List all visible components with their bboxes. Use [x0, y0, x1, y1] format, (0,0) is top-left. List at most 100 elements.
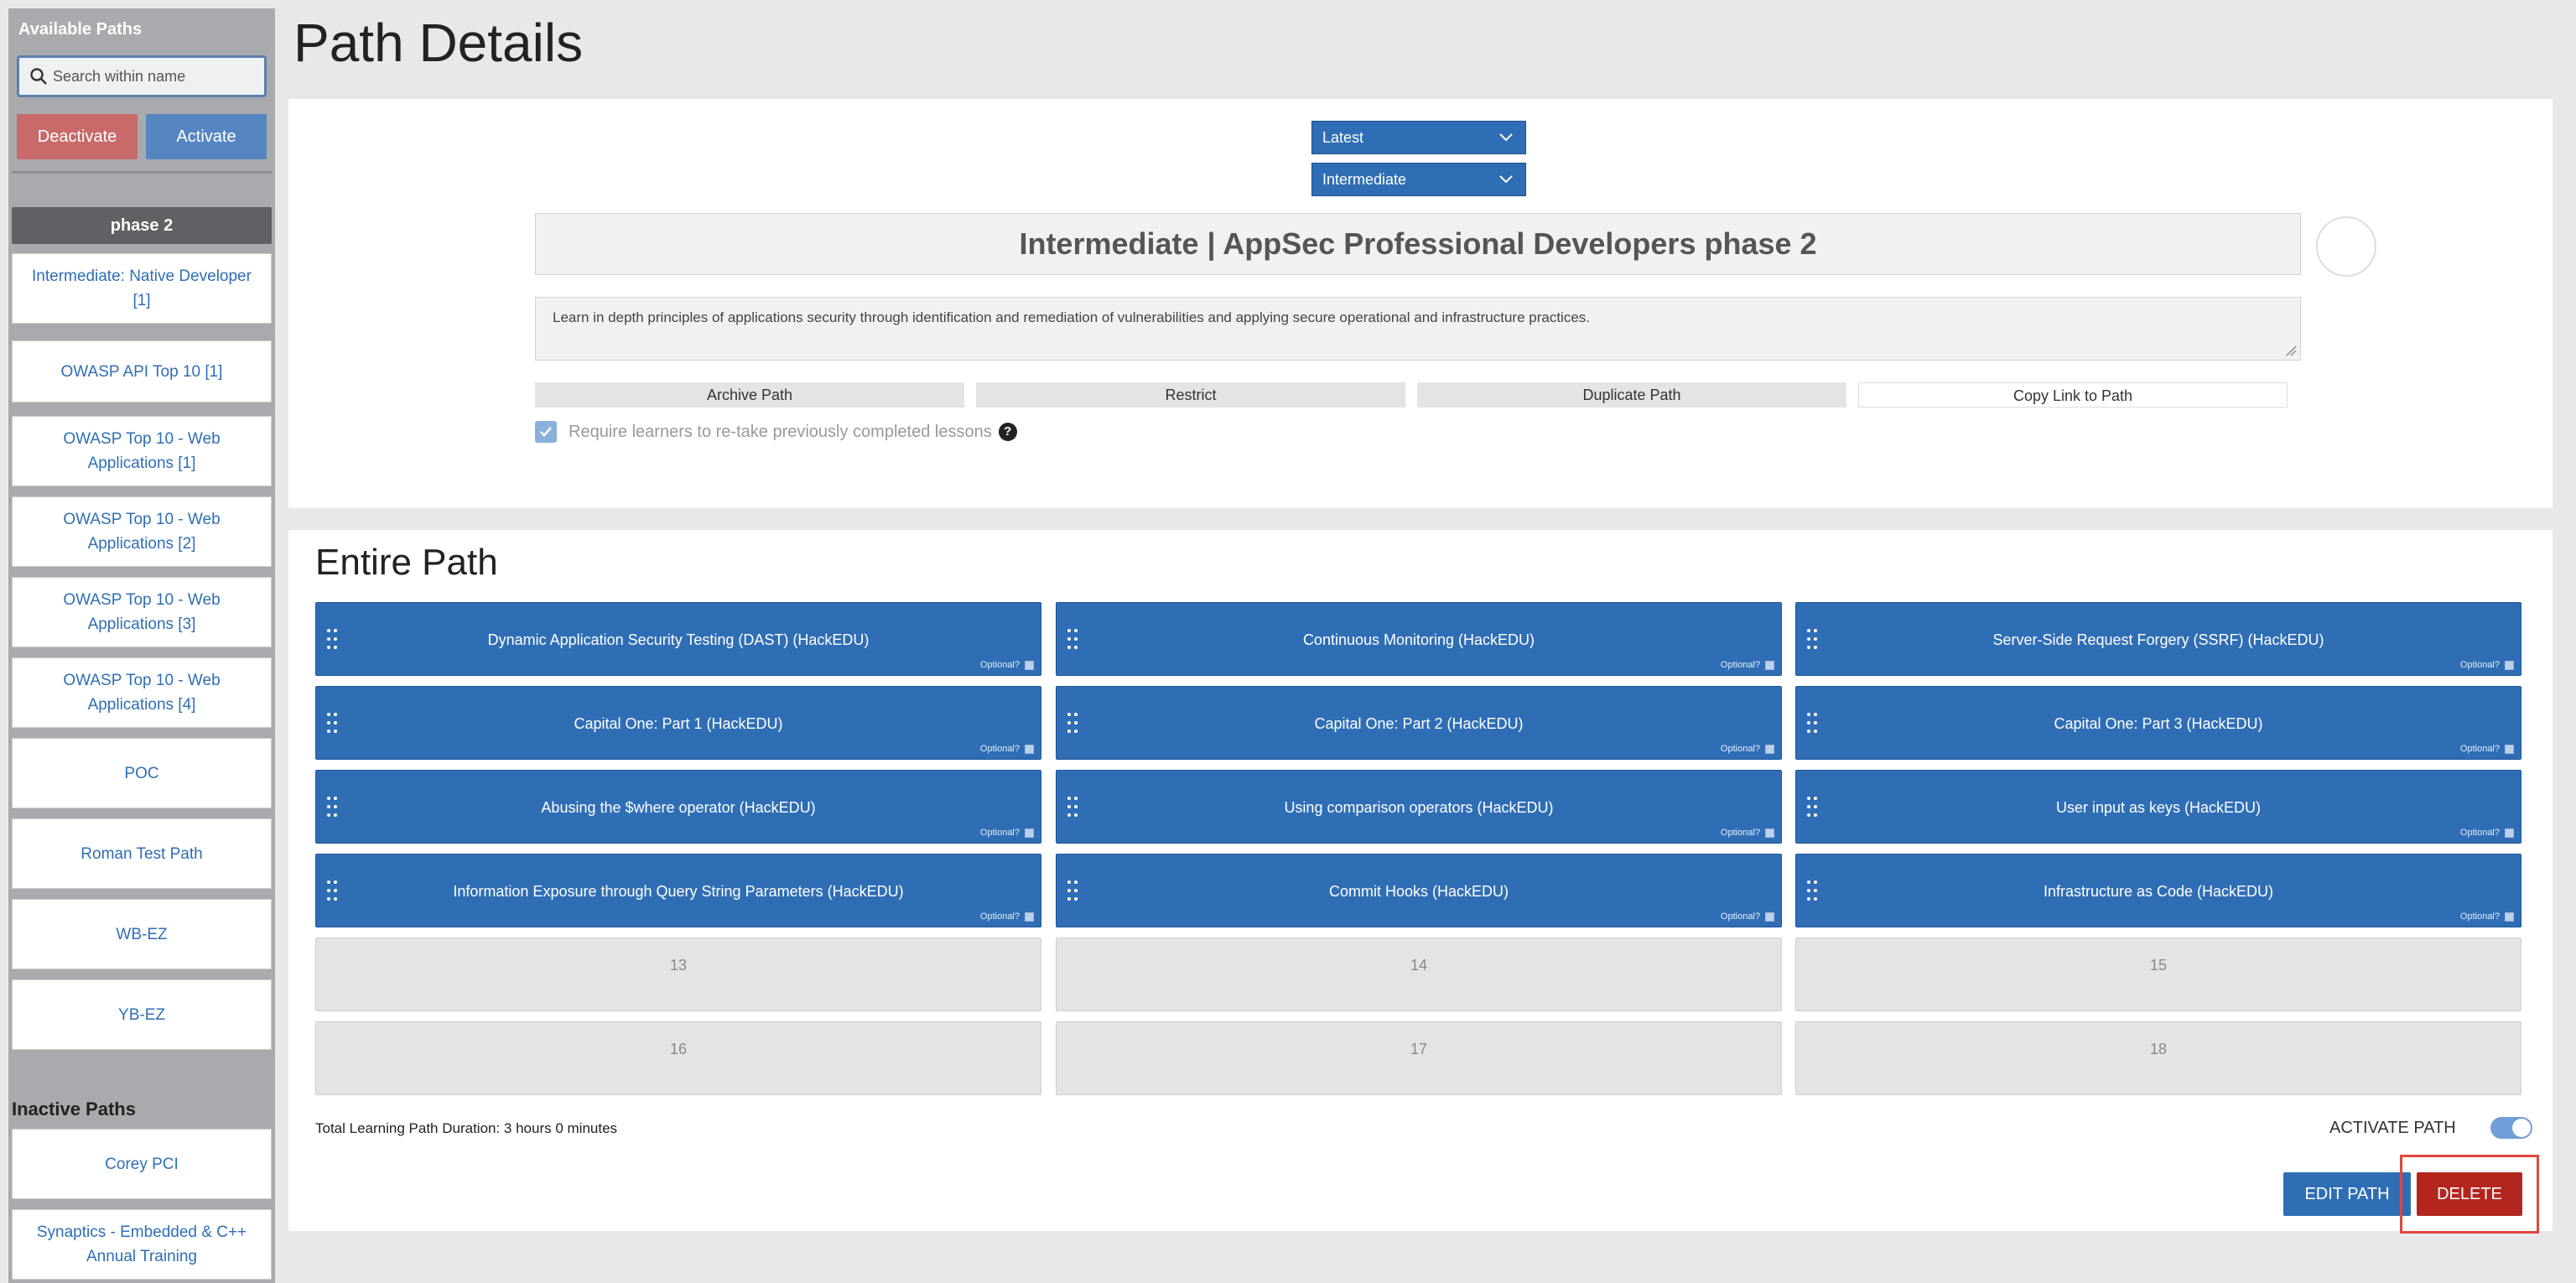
- lesson-tile[interactable]: Continuous Monitoring (HackEDU) Optional?: [1056, 602, 1782, 676]
- sidebar-title: Available Paths: [18, 20, 143, 39]
- optional-label: Optional?: [979, 828, 1020, 838]
- check-icon: [540, 427, 552, 437]
- sidebar-item-owasp-web-2[interactable]: OWASP Top 10 - Web Applications [2]: [12, 496, 272, 567]
- empty-slot[interactable]: 18: [1795, 1021, 2521, 1095]
- sidebar-item-wb-ez[interactable]: WB-EZ: [12, 899, 272, 969]
- drag-handle-icon[interactable]: [1067, 880, 1078, 901]
- sidebar-item-owasp-web-1[interactable]: OWASP Top 10 - Web Applications [1]: [12, 416, 272, 486]
- lesson-name: User input as keys (HackEDU): [2055, 798, 2262, 816]
- optional-control[interactable]: Optional?: [1721, 828, 1774, 838]
- lesson-tile[interactable]: Capital One: Part 2 (HackEDU) Optional?: [1056, 686, 1782, 760]
- optional-label: Optional?: [2459, 912, 2500, 922]
- sidebar-item-synaptics[interactable]: Synaptics - Embedded & C++ Annual Traini…: [12, 1209, 272, 1280]
- optional-checkbox[interactable]: [1765, 744, 1774, 754]
- slot-number: 18: [2149, 1041, 2168, 1057]
- drag-handle-icon[interactable]: [326, 712, 338, 734]
- require-retake-checkbox[interactable]: [535, 421, 557, 443]
- optional-checkbox[interactable]: [2505, 828, 2514, 838]
- optional-control[interactable]: Optional?: [1721, 744, 1774, 754]
- optional-checkbox[interactable]: [2505, 912, 2514, 922]
- lesson-tile[interactable]: Capital One: Part 1 (HackEDU) Optional?: [315, 686, 1041, 760]
- entire-path-title: Entire Path: [315, 542, 498, 583]
- lesson-tile[interactable]: Information Exposure through Query Strin…: [315, 854, 1041, 927]
- optional-control[interactable]: Optional?: [980, 744, 1034, 754]
- optional-checkbox[interactable]: [1765, 660, 1774, 670]
- level-select[interactable]: Intermediate: [1311, 163, 1526, 196]
- empty-slot[interactable]: 17: [1056, 1021, 1782, 1095]
- lesson-tile[interactable]: Infrastructure as Code (HackEDU) Optional…: [1795, 854, 2521, 927]
- optional-control[interactable]: Optional?: [980, 912, 1034, 922]
- version-select[interactable]: Latest: [1311, 121, 1526, 154]
- sidebar-item-owasp-web-3[interactable]: OWASP Top 10 - Web Applications [3]: [12, 577, 272, 647]
- drag-handle-icon[interactable]: [326, 796, 338, 818]
- optional-control[interactable]: Optional?: [2460, 660, 2514, 670]
- drag-handle-icon[interactable]: [1806, 880, 1818, 901]
- lesson-tile[interactable]: Server-Side Request Forgery (SSRF) (Hack…: [1795, 602, 2521, 676]
- optional-control[interactable]: Optional?: [2460, 912, 2514, 922]
- path-title-field[interactable]: Intermediate | AppSec Professional Devel…: [535, 213, 2301, 275]
- restrict-button[interactable]: Restrict: [976, 382, 1405, 408]
- optional-checkbox[interactable]: [1765, 828, 1774, 838]
- optional-checkbox[interactable]: [1025, 828, 1034, 838]
- optional-control[interactable]: Optional?: [980, 660, 1034, 670]
- copy-link-button[interactable]: Copy Link to Path: [1858, 382, 2288, 408]
- optional-checkbox[interactable]: [1025, 744, 1034, 754]
- lesson-name: Information Exposure through Query Strin…: [453, 882, 904, 900]
- optional-control[interactable]: Optional?: [980, 828, 1034, 838]
- lesson-tile[interactable]: User input as keys (HackEDU) Optional?: [1795, 770, 2521, 844]
- empty-slot[interactable]: 14: [1056, 938, 1782, 1011]
- optional-control[interactable]: Optional?: [1721, 660, 1774, 670]
- sidebar-item-poc[interactable]: POC: [12, 738, 272, 808]
- empty-slot[interactable]: 16: [315, 1021, 1041, 1095]
- activate-path-toggle[interactable]: [2490, 1117, 2532, 1139]
- path-image[interactable]: [2316, 216, 2376, 277]
- optional-checkbox[interactable]: [1765, 912, 1774, 922]
- lesson-name: Abusing the $where operator (HackEDU): [541, 798, 816, 816]
- empty-slot[interactable]: 13: [315, 938, 1041, 1011]
- drag-handle-icon[interactable]: [326, 628, 338, 650]
- sidebar-item-intermediate-native[interactable]: Intermediate: Native Developer [1]: [12, 253, 272, 324]
- optional-checkbox[interactable]: [2505, 660, 2514, 670]
- lesson-tile[interactable]: Using comparison operators (HackEDU) Opti…: [1056, 770, 1782, 844]
- sidebar-item-yb-ez[interactable]: YB-EZ: [12, 979, 272, 1050]
- resize-grip-icon[interactable]: [2285, 345, 2297, 356]
- path-description-text: Learn in depth principles of application…: [553, 309, 1591, 325]
- drag-handle-icon[interactable]: [1067, 712, 1078, 734]
- lesson-name: Capital One: Part 3 (HackEDU): [2054, 714, 2263, 732]
- lesson-tile[interactable]: Commit Hooks (HackEDU) Optional?: [1056, 854, 1782, 927]
- slot-number: 14: [1410, 957, 1428, 974]
- lesson-name: Continuous Monitoring (HackEDU): [1302, 631, 1535, 648]
- path-description-field[interactable]: Learn in depth principles of application…: [535, 297, 2301, 361]
- duplicate-path-button[interactable]: Duplicate Path: [1417, 382, 1846, 408]
- drag-handle-icon[interactable]: [1806, 796, 1818, 818]
- deactivate-button[interactable]: Deactivate: [17, 114, 138, 159]
- sidebar-item-owasp-api[interactable]: OWASP API Top 10 [1]: [12, 340, 272, 403]
- search-input[interactable]: [53, 65, 254, 88]
- help-icon[interactable]: ?: [998, 423, 1017, 441]
- optional-control[interactable]: Optional?: [2460, 744, 2514, 754]
- optional-checkbox[interactable]: [2505, 744, 2514, 754]
- search-box[interactable]: [17, 55, 267, 97]
- activate-button[interactable]: Activate: [146, 114, 267, 159]
- lesson-tile[interactable]: Dynamic Application Security Testing (DA…: [315, 602, 1041, 676]
- lesson-name: Using comparison operators (HackEDU): [1284, 798, 1554, 816]
- empty-slot[interactable]: 15: [1795, 938, 2521, 1011]
- drag-handle-icon[interactable]: [1067, 628, 1078, 650]
- lesson-tile[interactable]: Capital One: Part 3 (HackEDU) Optional?: [1795, 686, 2521, 760]
- sidebar-item-corey-pci[interactable]: Corey PCI: [12, 1129, 272, 1199]
- lesson-tile[interactable]: Abusing the $where operator (HackEDU) Opt…: [315, 770, 1041, 844]
- sidebar-item-selected[interactable]: phase 2: [12, 207, 272, 244]
- archive-path-button[interactable]: Archive Path: [535, 382, 964, 408]
- drag-handle-icon[interactable]: [1806, 628, 1818, 650]
- chevron-down-icon: [1499, 175, 1513, 184]
- optional-control[interactable]: Optional?: [1721, 912, 1774, 922]
- optional-checkbox[interactable]: [1025, 660, 1034, 670]
- sidebar-item-roman-test-path[interactable]: Roman Test Path: [12, 818, 272, 889]
- optional-checkbox[interactable]: [1025, 912, 1034, 922]
- edit-path-button[interactable]: EDIT PATH: [2283, 1172, 2411, 1216]
- drag-handle-icon[interactable]: [1806, 712, 1818, 734]
- drag-handle-icon[interactable]: [1067, 796, 1078, 818]
- optional-control[interactable]: Optional?: [2460, 828, 2514, 838]
- sidebar-item-owasp-web-4[interactable]: OWASP Top 10 - Web Applications [4]: [12, 657, 272, 728]
- drag-handle-icon[interactable]: [326, 880, 338, 901]
